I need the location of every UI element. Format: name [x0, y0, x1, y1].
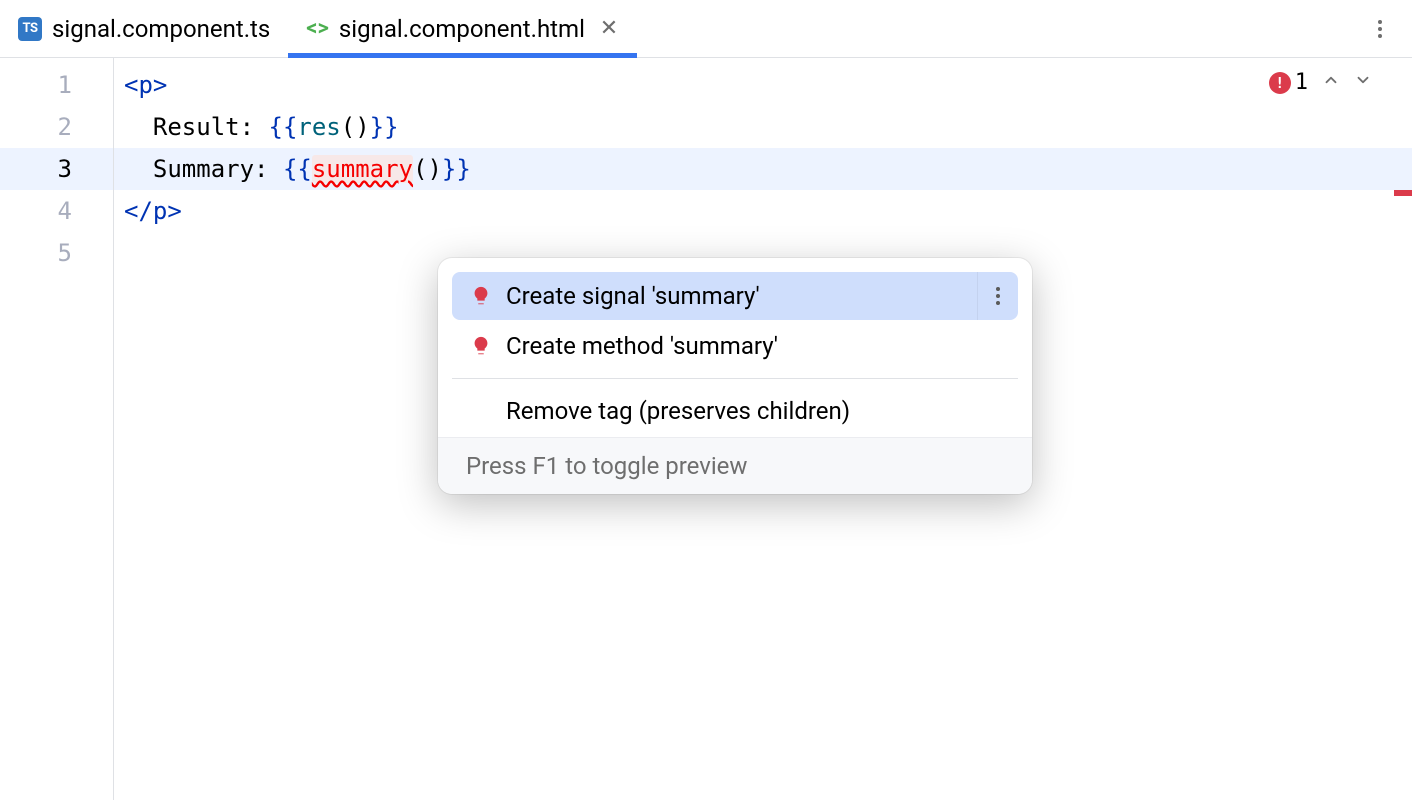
- tab-options-button[interactable]: [1366, 15, 1394, 43]
- popup-separator: [452, 378, 1018, 379]
- bulb-error-icon: [470, 285, 492, 307]
- line-number[interactable]: 5: [0, 232, 113, 274]
- code-line[interactable]: </p>: [114, 190, 1412, 232]
- typescript-file-icon: TS: [18, 17, 42, 41]
- inspection-widget: ! 1: [1269, 70, 1372, 95]
- intention-popup: Create signal 'summary' Create method 's…: [438, 258, 1032, 494]
- close-tab-icon[interactable]: ✕: [599, 19, 619, 39]
- intention-create-method[interactable]: Create method 'summary': [452, 322, 1018, 370]
- code-line[interactable]: Summary: {{summary()}}: [114, 148, 1412, 190]
- code-pane[interactable]: <p> Result: {{res()}} Summary: {{summary…: [113, 58, 1412, 800]
- intention-remove-tag[interactable]: Remove tag (preserves children): [452, 387, 1018, 435]
- tab-signal-component-ts[interactable]: TS signal.component.ts: [0, 0, 288, 57]
- code-line[interactable]: <p>: [114, 64, 1412, 106]
- error-count-badge[interactable]: ! 1: [1269, 70, 1308, 95]
- intention-options-button[interactable]: [977, 272, 1000, 320]
- error-token: summary: [312, 155, 413, 183]
- error-count: 1: [1295, 70, 1308, 95]
- editor: 1 2 3 4 5 <p> Result: {{res()}} Summary:…: [0, 58, 1412, 800]
- intention-create-signal[interactable]: Create signal 'summary': [452, 272, 1018, 320]
- error-icon: !: [1269, 72, 1291, 94]
- popup-hint: Press F1 to toggle preview: [438, 437, 1032, 494]
- line-number[interactable]: 3: [0, 148, 113, 190]
- code-line[interactable]: Result: {{res()}}: [114, 106, 1412, 148]
- bulb-error-icon: [470, 335, 492, 357]
- html-file-icon: <>: [306, 16, 329, 41]
- tab-bar: TS signal.component.ts <> signal.compone…: [0, 0, 1412, 58]
- gutter: 1 2 3 4 5: [0, 58, 113, 800]
- prev-highlight-icon[interactable]: [1322, 70, 1340, 95]
- intention-label: Remove tag (preserves children): [506, 397, 850, 425]
- tab-signal-component-html[interactable]: <> signal.component.html ✕: [288, 0, 637, 57]
- intention-label: Create method 'summary': [506, 332, 778, 360]
- line-number[interactable]: 1: [0, 64, 113, 106]
- intention-label: Create signal 'summary': [506, 282, 760, 310]
- line-number[interactable]: 2: [0, 106, 113, 148]
- tab-label: signal.component.ts: [52, 15, 270, 43]
- tab-label: signal.component.html: [339, 15, 585, 43]
- next-highlight-icon[interactable]: [1354, 70, 1372, 95]
- error-stripe-marker[interactable]: [1394, 190, 1412, 196]
- line-number[interactable]: 4: [0, 190, 113, 232]
